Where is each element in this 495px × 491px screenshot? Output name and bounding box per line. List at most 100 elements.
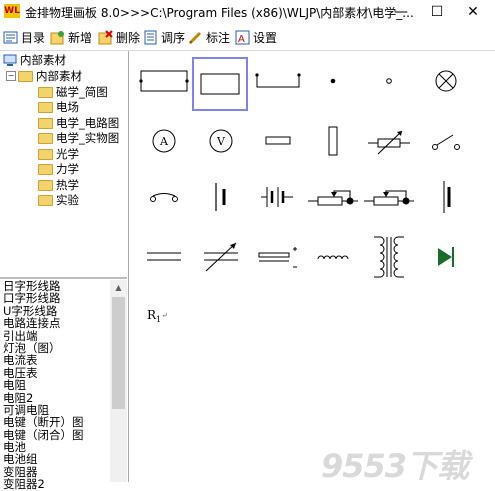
list-item[interactable]: 口字形线路 bbox=[0, 292, 127, 305]
settings-button[interactable]: A 设置 bbox=[235, 28, 277, 46]
title-bar: WL 金排物理画板 8.0>>>C:\Program Files (x86)\W… bbox=[0, 0, 495, 24]
rheostat-symbol[interactable] bbox=[304, 177, 362, 217]
variable-capacitor-symbol[interactable] bbox=[192, 237, 250, 277]
switch-open-symbol[interactable] bbox=[417, 121, 475, 161]
diode-symbol[interactable] bbox=[417, 237, 475, 277]
folder-icon bbox=[38, 101, 53, 113]
svg-text:R1↵: R1↵ bbox=[147, 308, 168, 324]
reorder-label: 调序 bbox=[161, 30, 186, 45]
delete-button[interactable]: 删除 bbox=[98, 28, 140, 46]
list-items: 日字形线路 口字形线路 U字形线路 电路连接点 引出端 灯泡（图） 电流表 电压表 电阻 电阻2 可… bbox=[0, 280, 127, 491]
ammeter-label: A bbox=[159, 135, 169, 148]
folder-icon bbox=[18, 70, 33, 82]
rectangle-symbol-selected[interactable] bbox=[192, 57, 248, 111]
tree-folder[interactable]: 实验 bbox=[38, 192, 79, 208]
tree-folder[interactable]: 力学 bbox=[38, 161, 79, 177]
list-item[interactable]: 电键（断开）图 bbox=[0, 416, 127, 429]
catalog-icon bbox=[3, 31, 18, 43]
catalog-button[interactable]: 目录 bbox=[3, 28, 45, 46]
collapse-icon[interactable]: − bbox=[6, 71, 16, 81]
list-scrollbar[interactable]: ▲ bbox=[110, 280, 127, 482]
ammeter-symbol[interactable]: A bbox=[135, 121, 193, 161]
tree-root[interactable]: 内部素材 bbox=[3, 52, 66, 68]
tree-folder-label: 热学 bbox=[56, 178, 79, 192]
lamp-symbol[interactable] bbox=[417, 61, 475, 101]
r1-return-mark: ↵ bbox=[161, 311, 168, 320]
variable-resistor-symbol[interactable] bbox=[360, 121, 418, 161]
tree-folder-label: 电学_电路图 bbox=[56, 116, 120, 130]
annotate-icon bbox=[188, 31, 202, 44]
switch-closed-symbol[interactable] bbox=[135, 177, 193, 217]
rectangle-line-symbol[interactable] bbox=[135, 61, 193, 101]
resistor-vertical-symbol[interactable] bbox=[304, 121, 362, 161]
tree-folder[interactable]: 光学 bbox=[38, 146, 79, 162]
tree-folder-label: 力学 bbox=[56, 162, 79, 176]
folder-icon bbox=[38, 117, 53, 129]
tree-folder-label: 光学 bbox=[56, 147, 79, 161]
left-pane: 内部素材 − 内部素材 磁学_简图 电场 电学_电路图 电学_实物图 光学 力学… bbox=[0, 51, 129, 491]
list-item[interactable]: 电路连接点 bbox=[0, 317, 127, 330]
voltmeter-label: V bbox=[216, 135, 226, 148]
r1-label-symbol[interactable]: R1↵ bbox=[135, 297, 193, 337]
add-button[interactable]: 新增 bbox=[50, 28, 92, 46]
parallel-lines-symbol[interactable] bbox=[135, 237, 193, 277]
reorder-button[interactable]: 调序 bbox=[143, 28, 185, 46]
terminal-symbol[interactable] bbox=[360, 61, 418, 101]
battery-pack-symbol[interactable] bbox=[249, 177, 307, 217]
svg-text:A: A bbox=[238, 34, 245, 45]
transformer-symbol[interactable] bbox=[360, 233, 418, 281]
reorder-icon bbox=[144, 30, 157, 44]
folder-icon bbox=[38, 148, 53, 160]
tree-node-internal[interactable]: − 内部素材 bbox=[6, 68, 82, 84]
tree-folder[interactable]: 磁学_简图 bbox=[38, 84, 108, 100]
annotate-button[interactable]: 标注 bbox=[188, 28, 230, 46]
computer-icon bbox=[3, 54, 17, 66]
folder-icon bbox=[38, 86, 53, 98]
catalog-label: 目录 bbox=[21, 30, 46, 45]
connection-point-symbol[interactable] bbox=[304, 61, 362, 101]
folder-icon bbox=[38, 194, 53, 206]
vertical-battery-symbol[interactable] bbox=[417, 177, 475, 217]
list-item[interactable]: 电池组 bbox=[0, 453, 127, 466]
maximize-button[interactable]: ☐ bbox=[419, 0, 455, 24]
voltmeter-symbol[interactable]: V bbox=[192, 121, 250, 161]
settings-icon: A bbox=[235, 30, 250, 45]
tree-folder[interactable]: 电学_实物图 bbox=[38, 130, 119, 146]
watermark-text: 9553下载 bbox=[321, 447, 469, 485]
material-list: 日字形线路 口字形线路 U字形线路 电路连接点 引出端 灯泡（图） 电流表 电压表 电阻 电阻2 可… bbox=[0, 280, 127, 491]
symbol-canvas: A V R1↵ 9553下载 bbox=[131, 51, 495, 485]
rheostat-2-symbol[interactable] bbox=[360, 177, 418, 217]
tree-folder[interactable]: 电学_电路图 bbox=[38, 115, 119, 131]
tree-folder[interactable]: 电场 bbox=[38, 99, 79, 115]
delete-label: 删除 bbox=[116, 30, 141, 45]
app-logo-icon: WL bbox=[4, 4, 20, 18]
annotate-label: 标注 bbox=[206, 30, 231, 45]
add-icon bbox=[50, 30, 64, 44]
tree-folder-label: 电学_实物图 bbox=[56, 131, 120, 145]
close-button[interactable]: ✕ bbox=[455, 0, 491, 24]
add-label: 新增 bbox=[68, 30, 93, 45]
folder-icon bbox=[38, 179, 53, 191]
tree-folder-label: 实验 bbox=[56, 193, 79, 207]
u-shape-line-symbol[interactable] bbox=[249, 61, 307, 101]
battery-symbol[interactable] bbox=[192, 177, 250, 217]
category-tree: 内部素材 − 内部素材 磁学_简图 电场 电学_电路图 电学_实物图 光学 力学… bbox=[0, 51, 127, 279]
delete-icon bbox=[98, 29, 113, 44]
tree-folder[interactable]: 热学 bbox=[38, 177, 79, 193]
list-item[interactable]: 变阻器2 bbox=[0, 478, 127, 491]
minimize-button[interactable]: — bbox=[383, 0, 419, 24]
inductor-symbol[interactable] bbox=[304, 237, 362, 277]
scroll-thumb[interactable] bbox=[112, 297, 125, 409]
resistor-symbol[interactable] bbox=[249, 121, 307, 161]
list-item[interactable]: 电流表 bbox=[0, 354, 127, 367]
folder-icon bbox=[38, 163, 53, 175]
toolbar: 目录 新增 删除 调序 标注 A 设置 bbox=[0, 24, 495, 51]
tree-node-label: 内部素材 bbox=[36, 69, 82, 83]
scroll-up-icon[interactable]: ▲ bbox=[110, 280, 127, 296]
electrolytic-capacitor-symbol[interactable] bbox=[249, 237, 307, 277]
folder-icon bbox=[38, 132, 53, 144]
tree-root-label: 内部素材 bbox=[20, 53, 66, 67]
window-title: 金排物理画板 8.0>>>C:\Program Files (x86)\WLJP… bbox=[25, 6, 414, 20]
settings-label: 设置 bbox=[253, 30, 278, 45]
list-item[interactable]: 电阻 bbox=[0, 379, 127, 392]
